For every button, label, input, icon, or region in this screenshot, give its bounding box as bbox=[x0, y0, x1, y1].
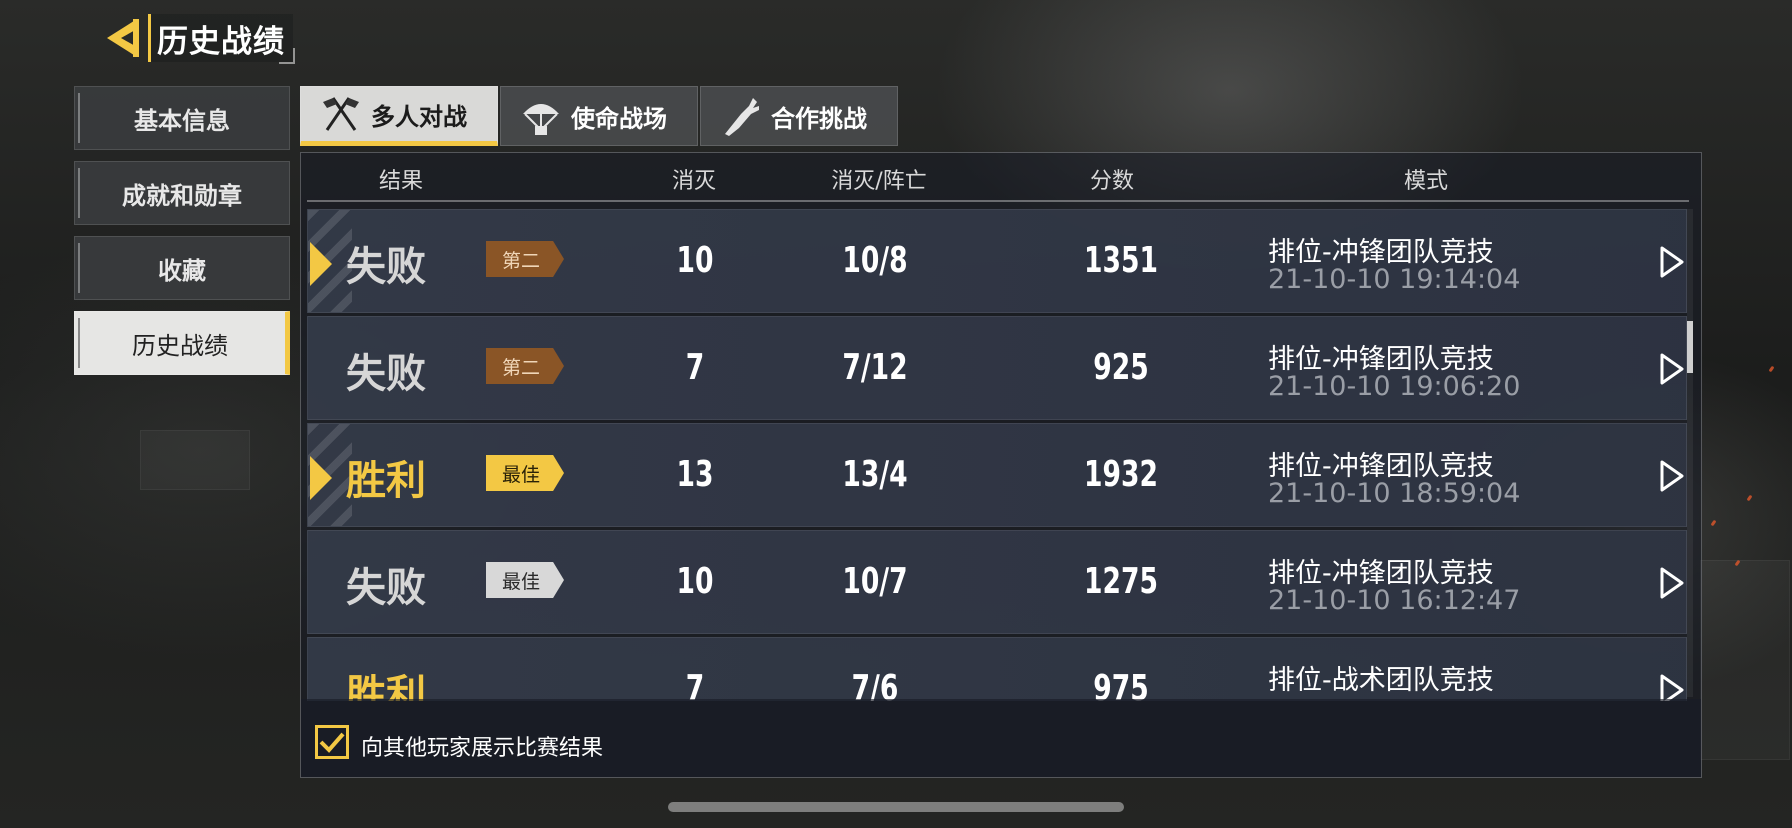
play-arrow-icon[interactable] bbox=[1650, 349, 1690, 389]
tab-label: 合作挑战 bbox=[771, 104, 867, 133]
kd-value: 7/6 bbox=[851, 668, 899, 701]
match-history-panel: 结果 消灭 消灭/阵亡 分数 模式 失败 第二 10 10/8 1351 排位-… bbox=[300, 152, 1702, 778]
kd-value: 10/8 bbox=[842, 240, 908, 281]
match-row[interactable]: 胜利 7 7/6 975 排位-战术团队竞技 bbox=[307, 637, 1687, 701]
column-header-score: 分数 bbox=[1089, 169, 1135, 194]
column-header-kd: 消灭/阵亡 bbox=[831, 169, 927, 194]
kd-value: 13/4 bbox=[842, 454, 908, 495]
tab-label: 使命战场 bbox=[571, 104, 667, 133]
rank-badge: 最佳 bbox=[486, 562, 564, 598]
scrollbar-track[interactable] bbox=[1687, 209, 1693, 697]
kills-value: 10 bbox=[676, 240, 714, 281]
selected-marker-icon bbox=[310, 456, 332, 500]
play-arrow-icon[interactable] bbox=[1650, 242, 1690, 282]
match-time: 21-10-10 19:06:20 bbox=[1268, 371, 1521, 402]
match-row[interactable]: 失败 第二 10 10/8 1351 排位-冲锋团队竞技 21-10-10 19… bbox=[307, 209, 1687, 313]
rank-badge: 第二 bbox=[486, 348, 564, 384]
match-result: 失败 bbox=[346, 244, 426, 290]
parachute-icon bbox=[523, 104, 559, 135]
tab-coop-challenge[interactable]: 合作挑战 bbox=[700, 86, 898, 146]
match-row[interactable]: 失败 第二 7 7/12 925 排位-冲锋团队竞技 21-10-10 19:0… bbox=[307, 316, 1687, 420]
kills-value: 10 bbox=[676, 561, 714, 602]
column-header-result: 结果 bbox=[378, 169, 424, 194]
ember-spark bbox=[1768, 365, 1775, 373]
selected-marker-icon bbox=[310, 242, 332, 286]
sidebar-item-label: 成就和勋章 bbox=[122, 181, 242, 210]
sidebar-item-collection[interactable]: 收藏 bbox=[74, 236, 290, 300]
play-arrow-icon[interactable] bbox=[1650, 563, 1690, 603]
tab-battle-royale[interactable]: 使命战场 bbox=[500, 86, 698, 146]
ember-spark bbox=[1746, 494, 1753, 502]
sidebar-item-label: 收藏 bbox=[158, 256, 206, 285]
sidebar-item-label: 基本信息 bbox=[134, 106, 230, 135]
sidebar-item-achievements[interactable]: 成就和勋章 bbox=[74, 161, 290, 225]
column-header-kills: 消灭 bbox=[671, 169, 717, 194]
show-results-checkbox[interactable] bbox=[315, 725, 349, 759]
crossed-flags-icon bbox=[323, 97, 359, 131]
tab-multiplayer[interactable]: 多人对战 bbox=[300, 86, 498, 146]
back-chevron-icon bbox=[107, 19, 139, 57]
score-value: 1351 bbox=[1084, 240, 1158, 281]
panel-footer: 向其他玩家展示比赛结果 bbox=[301, 699, 1701, 777]
header-divider bbox=[307, 200, 1689, 202]
checkmark-icon bbox=[319, 732, 345, 753]
zombie-arm-icon bbox=[725, 98, 759, 136]
page-title: 历史战绩 bbox=[157, 23, 285, 60]
kd-value: 7/12 bbox=[842, 347, 908, 388]
ember-spark bbox=[1710, 519, 1717, 527]
score-value: 975 bbox=[1093, 668, 1149, 701]
score-value: 1932 bbox=[1084, 454, 1158, 495]
match-list[interactable]: 失败 第二 10 10/8 1351 排位-冲锋团队竞技 21-10-10 19… bbox=[307, 207, 1699, 701]
match-time: 21-10-10 16:12:47 bbox=[1268, 585, 1521, 616]
play-arrow-icon[interactable] bbox=[1650, 456, 1690, 496]
score-value: 925 bbox=[1093, 347, 1149, 388]
match-result: 胜利 bbox=[346, 458, 426, 504]
match-row[interactable]: 胜利 最佳 13 13/4 1932 排位-冲锋团队竞技 21-10-10 18… bbox=[307, 423, 1687, 527]
kills-value: 7 bbox=[685, 347, 705, 388]
rank-badge: 第二 bbox=[486, 241, 564, 277]
page-title-box: 历史战绩 bbox=[148, 14, 295, 64]
match-row[interactable]: 失败 最佳 10 10/7 1275 排位-冲锋团队竞技 21-10-10 16… bbox=[307, 530, 1687, 634]
match-result: 胜利 bbox=[346, 672, 426, 701]
sidebar-item-basic-info[interactable]: 基本信息 bbox=[74, 86, 290, 150]
rank-badge: 最佳 bbox=[486, 455, 564, 491]
match-mode: 排位-战术团队竞技 bbox=[1268, 665, 1494, 696]
sidebar-item-match-history[interactable]: 历史战绩 bbox=[74, 311, 290, 375]
background-scene bbox=[140, 430, 250, 490]
column-header-mode: 模式 bbox=[1403, 169, 1449, 194]
back-button[interactable] bbox=[100, 14, 146, 62]
kd-value: 10/7 bbox=[842, 561, 908, 602]
match-result: 失败 bbox=[346, 565, 426, 611]
match-time: 21-10-10 18:59:04 bbox=[1268, 478, 1521, 509]
match-result: 失败 bbox=[346, 351, 426, 397]
sidebar-item-label: 历史战绩 bbox=[132, 331, 228, 360]
scrollbar-thumb[interactable] bbox=[1687, 321, 1693, 373]
show-results-label: 向其他玩家展示比赛结果 bbox=[361, 736, 604, 761]
kills-value: 7 bbox=[685, 668, 705, 701]
home-indicator[interactable] bbox=[668, 802, 1124, 812]
kills-value: 13 bbox=[676, 454, 714, 495]
score-value: 1275 bbox=[1084, 561, 1158, 602]
tab-label: 多人对战 bbox=[371, 102, 467, 131]
play-arrow-icon[interactable] bbox=[1650, 670, 1690, 701]
match-time: 21-10-10 19:14:04 bbox=[1268, 264, 1521, 295]
background-scene bbox=[1700, 560, 1790, 760]
